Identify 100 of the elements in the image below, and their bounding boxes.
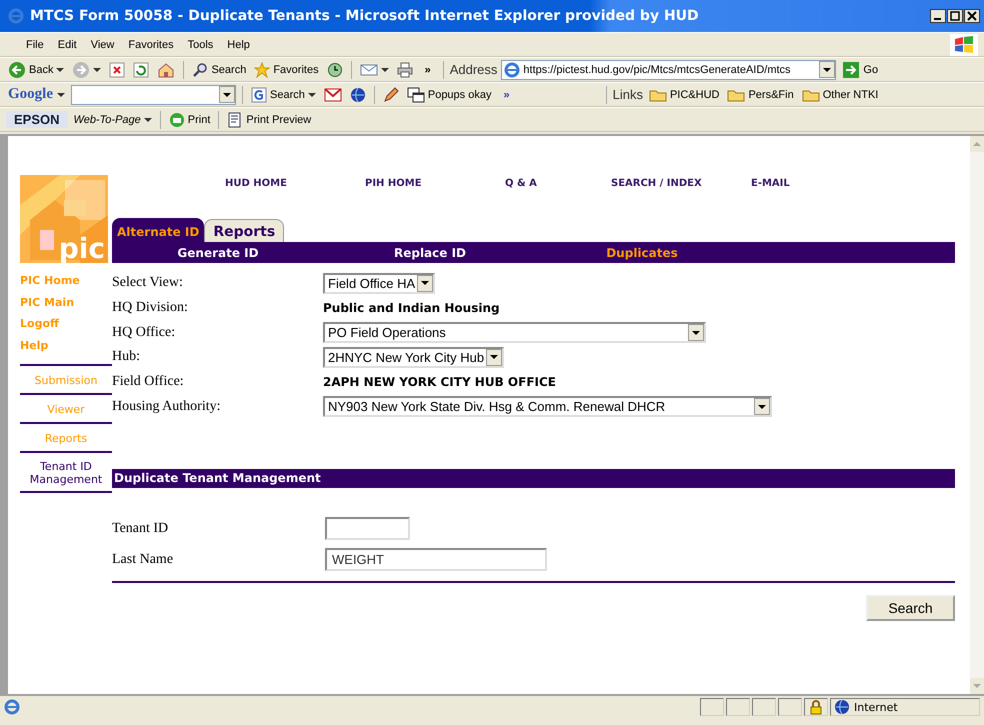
status-text: Internet	[854, 700, 898, 714]
subtab[interactable]: Duplicates	[536, 246, 748, 260]
field-value: 2APH NEW YORK CITY HUB OFFICE	[323, 375, 557, 390]
status-pane	[700, 698, 724, 716]
field-label: Last Name	[112, 552, 174, 568]
caret-icon	[223, 92, 231, 98]
toolbar-button[interactable]: Popups okay	[404, 84, 494, 104]
ie-icon	[4, 699, 20, 715]
toolbar-button[interactable]: Print	[166, 110, 212, 130]
dropdown-button[interactable]	[754, 398, 770, 416]
g-icon	[251, 86, 267, 102]
dropdown-button[interactable]	[417, 274, 434, 292]
history-icon	[326, 62, 343, 78]
toolbar-button[interactable]: Go	[840, 58, 880, 80]
toolbar-button[interactable]: Favorites	[252, 60, 321, 80]
menu-item[interactable]: Tools	[188, 36, 214, 52]
logo-text: pic	[58, 235, 105, 263]
mail-icon	[360, 62, 378, 76]
caret-icon	[93, 66, 102, 72]
caret-icon	[56, 66, 64, 72]
field-label: HQ Office:	[112, 324, 176, 341]
dropdown[interactable]: Field Office HA	[323, 272, 436, 294]
dropdown[interactable]: NY903 New York State Div. Hsg & Comm. Renewal DHCR	[323, 396, 772, 418]
globe-icon	[350, 86, 366, 102]
status-pane	[752, 698, 776, 716]
epson-logo: EPSON	[6, 111, 68, 128]
nav-link[interactable]: SEARCH / INDEX	[611, 178, 751, 189]
star-icon	[254, 62, 270, 78]
home-icon	[157, 62, 176, 78]
dropdown[interactable]: PO Field Operations	[323, 322, 706, 344]
field-label: Field Office:	[112, 374, 185, 390]
menu-item[interactable]: Edit	[58, 36, 77, 52]
status-pane	[778, 698, 802, 716]
links-label: Links	[612, 87, 643, 102]
input-field[interactable]	[325, 517, 410, 540]
subtab[interactable]: Generate ID	[112, 246, 324, 260]
menu-item[interactable]: Help	[227, 36, 250, 52]
section-header: Duplicate Tenant Management	[112, 469, 955, 488]
printer-icon	[396, 62, 413, 78]
caret-icon	[692, 330, 700, 336]
caret-icon	[308, 92, 316, 98]
caret-icon	[380, 66, 389, 72]
dropdown[interactable]: 2HNYC New York City Hub	[323, 346, 504, 368]
maximize-button[interactable]	[947, 9, 963, 23]
toolbar-icon-button[interactable]	[394, 60, 415, 80]
nav-link[interactable]: HUD HOME	[225, 178, 365, 189]
dropdown-button[interactable]	[486, 348, 502, 366]
field-label: Select View:	[112, 275, 184, 292]
close-button[interactable]	[964, 9, 980, 23]
window-title: MTCS Form 50058 - Duplicate Tenants - Microsoft Internet Explorer provided by HUD	[30, 8, 699, 24]
toolbar-icon-button[interactable]	[322, 86, 344, 104]
toolbar-button[interactable]: Other NTKI	[800, 86, 880, 104]
toolbar-button[interactable]: Back	[6, 58, 66, 80]
print-preview-icon	[227, 112, 244, 128]
more-button[interactable]: »	[418, 64, 437, 76]
caret-icon	[758, 404, 766, 410]
ie-icon	[504, 62, 520, 78]
input-field[interactable]: WEIGHT	[325, 548, 547, 572]
nav-link[interactable]: E-MAIL	[751, 178, 891, 189]
dropdown-button[interactable]	[219, 86, 235, 103]
lock-icon	[809, 699, 823, 715]
window-icon	[406, 86, 425, 102]
caret-icon	[144, 116, 152, 122]
toolbar-button[interactable]: Search	[249, 84, 318, 104]
pencil-icon	[382, 86, 399, 102]
field-label: HQ Division:	[112, 300, 189, 316]
field-value: Public and Indian Housing	[323, 301, 501, 316]
toolbar-button[interactable]: Print Preview	[225, 110, 314, 130]
tab[interactable]: Alternate ID	[112, 218, 204, 242]
field-label: Tenant ID	[112, 520, 170, 537]
search-icon	[192, 62, 208, 78]
toolbar-button[interactable]: PIC&HUD	[646, 86, 722, 104]
field-label: Hub:	[112, 349, 141, 366]
dropdown-button[interactable]	[819, 61, 836, 78]
folder-icon	[727, 88, 746, 102]
address-field[interactable]: https://pictest.hud.gov/pic/Mtcs/mtcsGenerateAID/mtcs	[501, 60, 836, 80]
tab[interactable]: Reports	[204, 219, 284, 242]
caret-icon	[490, 354, 498, 360]
caret-icon	[57, 92, 65, 98]
globe-icon	[834, 699, 850, 715]
nav-link[interactable]: PIH HOME	[365, 178, 505, 189]
web-to-page-button[interactable]: Web-To-Page	[72, 112, 154, 128]
menu-item[interactable]: Favorites	[128, 36, 174, 52]
envelope-icon	[324, 88, 342, 102]
menu-item[interactable]: File	[26, 36, 44, 52]
toolbar-button[interactable]: Pers&Fin	[725, 86, 796, 104]
subtab[interactable]: Replace ID	[324, 246, 536, 260]
google-menu-button[interactable]: Google	[6, 84, 67, 105]
more-button[interactable]: »	[497, 88, 516, 100]
folder-icon	[802, 88, 820, 102]
toolbar-button[interactable]: Search	[190, 60, 248, 80]
menu-item[interactable]: View	[90, 36, 114, 52]
nav-link[interactable]: Q & A	[505, 178, 611, 189]
search-field[interactable]	[71, 84, 236, 104]
folder-icon	[648, 88, 667, 102]
dropdown-button[interactable]	[688, 324, 704, 342]
caret-icon	[421, 280, 430, 286]
stop-icon	[109, 62, 126, 78]
search-button[interactable]: Search	[866, 595, 955, 622]
minimize-button[interactable]	[930, 9, 946, 23]
